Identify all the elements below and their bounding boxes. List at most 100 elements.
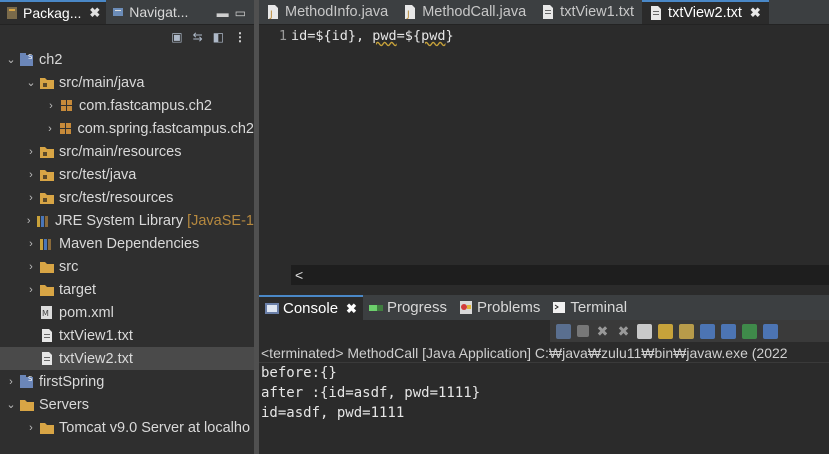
tree-item[interactable]: txtView1.txt xyxy=(0,324,254,347)
filter-icon[interactable]: ◧ xyxy=(213,30,224,44)
show-on-output-icon[interactable] xyxy=(700,323,715,339)
terminal-icon xyxy=(552,301,566,314)
library-icon xyxy=(38,236,56,252)
tab-console[interactable]: Console ✖ xyxy=(259,295,363,320)
java-file-icon: J xyxy=(404,5,416,20)
tree-item[interactable]: › JRE System Library [JavaSE-1 xyxy=(0,209,254,232)
remove-launch-icon[interactable]: ✖ xyxy=(595,323,610,339)
chevron-right-icon[interactable]: › xyxy=(22,215,35,227)
tree-item-label: Maven Dependencies xyxy=(59,235,200,252)
console-icon xyxy=(265,302,279,315)
tree-item[interactable]: › SfirstSpring xyxy=(0,370,254,393)
chevron-right-icon[interactable]: › xyxy=(24,169,38,181)
spelling-warning: pwd xyxy=(421,28,446,44)
link-editor-icon[interactable]: ⇆ xyxy=(193,30,203,44)
folder-icon xyxy=(38,259,56,275)
tab-terminal[interactable]: Terminal xyxy=(546,295,633,320)
chevron-down-icon[interactable]: ⌄ xyxy=(4,53,18,66)
tree-item[interactable]: txtView2.txt xyxy=(0,347,254,370)
tree-item[interactable]: ⌄ Sch2 xyxy=(0,48,254,71)
chevron-right-icon[interactable]: › xyxy=(24,192,38,204)
chevron-right-icon[interactable]: › xyxy=(43,123,57,135)
rerun-icon[interactable] xyxy=(556,323,571,339)
tree-item[interactable]: Mpom.xml xyxy=(0,301,254,324)
chevron-right-icon[interactable]: › xyxy=(24,284,38,296)
source-folder-icon xyxy=(38,144,56,160)
tree-item[interactable]: › target xyxy=(0,278,254,301)
library-icon xyxy=(35,213,52,229)
line-number: 1 xyxy=(278,28,287,44)
source-folder-icon xyxy=(38,75,56,91)
close-icon[interactable]: ✖ xyxy=(89,5,100,21)
text-file-icon xyxy=(650,6,662,20)
close-icon[interactable]: ✖ xyxy=(346,301,357,317)
tree-item[interactable]: › Maven Dependencies xyxy=(0,232,254,255)
maximize-icon[interactable]: ▭ xyxy=(235,6,246,20)
chevron-down-icon[interactable]: ⌄ xyxy=(24,76,38,89)
chevron-right-icon[interactable]: › xyxy=(24,238,38,250)
tree-item[interactable]: › src/main/resources xyxy=(0,140,254,163)
svg-text:S: S xyxy=(28,375,33,383)
chevron-right-icon[interactable]: › xyxy=(24,261,38,273)
tab-methodcall-java[interactable]: J MethodCall.java xyxy=(396,0,534,24)
horizontal-scrollbar[interactable]: < xyxy=(291,265,829,285)
tree-item[interactable]: › com.fastcampus.ch2 xyxy=(0,94,254,117)
word-wrap-icon[interactable] xyxy=(679,323,694,339)
tree-item-label: com.fastcampus.ch2 xyxy=(79,97,212,114)
svg-text:J: J xyxy=(406,10,410,19)
chevron-right-icon[interactable]: › xyxy=(44,100,58,112)
remove-all-icon[interactable]: ✖ xyxy=(616,323,631,339)
package-icon xyxy=(57,121,75,137)
tree-item[interactable]: › src/test/java xyxy=(0,163,254,186)
text-editor[interactable]: 1 id=${id}, pwd=${pwd} xyxy=(259,25,829,265)
tree-item-label: Tomcat v9.0 Server at localho xyxy=(59,419,251,436)
java-file-icon: J xyxy=(267,5,279,20)
pin-console-icon[interactable] xyxy=(742,323,757,339)
clear-console-icon[interactable] xyxy=(637,323,652,339)
collapse-all-icon[interactable]: ▣ xyxy=(171,30,182,44)
chevron-down-icon[interactable]: ⌄ xyxy=(4,398,18,411)
progress-icon xyxy=(368,301,383,314)
chevron-right-icon[interactable]: › xyxy=(24,422,38,434)
tab-txtview1[interactable]: txtView1.txt xyxy=(534,0,642,24)
minimize-icon[interactable]: ▬ xyxy=(217,6,229,20)
view-menu-icon[interactable]: ⋮ xyxy=(234,30,246,44)
folder-icon xyxy=(18,397,36,413)
close-icon[interactable]: ✖ xyxy=(750,5,761,21)
tree-item[interactable]: › com.spring.fastcampus.ch2 xyxy=(0,117,254,140)
show-on-error-icon[interactable] xyxy=(721,323,736,339)
tab-label: Console xyxy=(283,300,339,317)
chevron-right-icon[interactable]: › xyxy=(24,146,38,158)
tree-item-label: src/main/java xyxy=(59,74,145,91)
code-mid: =${ xyxy=(396,28,422,44)
tab-problems[interactable]: Problems xyxy=(453,295,546,320)
navigator-icon xyxy=(112,5,124,19)
tab-progress[interactable]: Progress xyxy=(363,295,453,320)
tree-item[interactable]: › src xyxy=(0,255,254,278)
terminate-icon[interactable] xyxy=(577,325,589,337)
code-prefix: id=${id}, xyxy=(291,28,373,44)
tab-label: Problems xyxy=(476,299,541,316)
problems-icon xyxy=(459,301,473,314)
package-explorer: Packag... ✖ Navigat... ▬ ▭ ▣ ⇆ ◧ ⋮ ⌄ Sch2… xyxy=(0,0,254,454)
tree-item[interactable]: ⌄ src/main/java xyxy=(0,71,254,94)
tree-item-label: com.spring.fastcampus.ch2 xyxy=(77,120,254,137)
code-text[interactable]: id=${id}, pwd=${pwd} xyxy=(291,28,454,44)
scroll-lock-icon[interactable] xyxy=(658,323,673,339)
code-line: 1 id=${id}, pwd=${pwd} xyxy=(259,28,454,44)
tab-package-explorer[interactable]: Packag... ✖ xyxy=(0,0,107,24)
tab-txtview2[interactable]: txtView2.txt ✖ xyxy=(642,0,769,24)
console-output[interactable]: <terminated> MethodCall [Java Applicatio… xyxy=(259,343,829,454)
tree-item-label: txtView1.txt xyxy=(59,327,133,344)
tab-navigator[interactable]: Navigat... xyxy=(106,0,194,24)
tree-item[interactable]: ⌄ Servers xyxy=(0,393,254,416)
tab-methodinfo-java[interactable]: J MethodInfo.java xyxy=(259,0,396,24)
tree-item[interactable]: › Tomcat v9.0 Server at localho xyxy=(0,416,254,439)
tree-item-label: src/main/resources xyxy=(59,143,182,160)
tree-item-label: target xyxy=(59,281,97,298)
tab-label: Packag... xyxy=(23,5,82,21)
chevron-right-icon[interactable]: › xyxy=(4,376,18,388)
tree-item[interactable]: › src/test/resources xyxy=(0,186,254,209)
scroll-left-icon[interactable]: < xyxy=(295,267,303,283)
open-console-icon[interactable] xyxy=(763,323,778,339)
